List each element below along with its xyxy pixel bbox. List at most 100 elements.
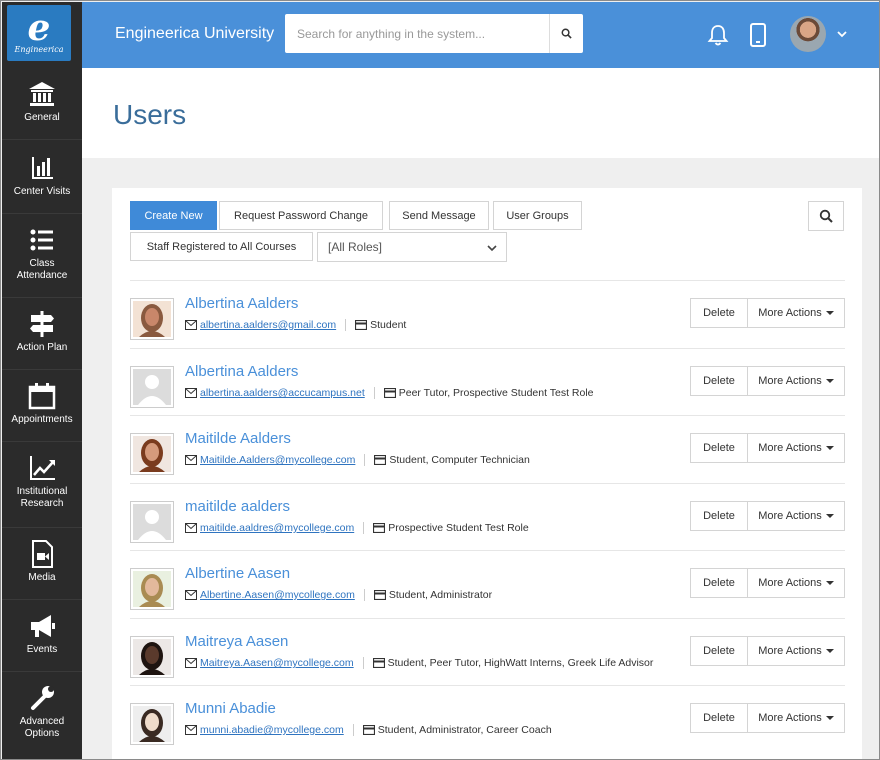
top-bar: Engineerica University (82, 2, 879, 68)
chevron-down-icon[interactable] (836, 28, 848, 40)
bell-icon[interactable] (706, 23, 730, 47)
avatar (133, 639, 171, 675)
id-card-icon (374, 455, 387, 465)
delete-button[interactable]: Delete (690, 636, 748, 666)
user-email-link[interactable]: albertina.aalders@gmail.com (200, 319, 336, 331)
list-icon (27, 226, 57, 254)
user-meta: albertina.aalders@accucampus.net Peer Tut… (185, 387, 594, 399)
sidebar-item-action-plan[interactable]: Action Plan (2, 310, 82, 370)
more-actions-button[interactable]: More Actions (747, 433, 845, 463)
user-email-link[interactable]: Maitreya.Aasen@mycollege.com (200, 657, 354, 669)
user-meta: Albertine.Aasen@mycollege.com Student, Ad… (185, 589, 492, 601)
page-header: Users (82, 68, 879, 158)
sidebar-item-advanced-options[interactable]: Advanced Options (2, 684, 82, 759)
video-file-icon (27, 540, 57, 568)
roles-select[interactable]: [All Roles] (317, 232, 507, 262)
envelope-icon (185, 658, 197, 668)
line-chart-icon (27, 454, 57, 482)
delete-button[interactable]: Delete (690, 703, 748, 733)
calendar-icon (27, 382, 57, 410)
more-actions-button[interactable]: More Actions (747, 703, 845, 733)
user-meta: maitilde.aaldres@mycollege.com Prospectiv… (185, 522, 529, 534)
sidebar-item-general[interactable]: General (2, 80, 82, 140)
table-row: Albertina Aalders albertina.aalders@accuc… (130, 348, 845, 416)
delete-button[interactable]: Delete (690, 298, 748, 328)
logo-glyph: e (27, 6, 51, 49)
create-new-button[interactable]: Create New (130, 201, 217, 230)
sidebar-item-appointments[interactable]: Appointments (2, 382, 82, 442)
user-name[interactable]: Munni Abadie (185, 700, 276, 717)
sidebar-item-media[interactable]: Media (2, 540, 82, 600)
user-email-link[interactable]: albertina.aalders@accucampus.net (200, 387, 365, 399)
user-roles: Prospective Student Test Role (388, 522, 529, 534)
more-actions-button[interactable]: More Actions (747, 636, 845, 666)
sidebar-item-label: General (24, 112, 60, 123)
user-name[interactable]: Maitreya Aasen (185, 633, 288, 650)
user-roles: Student, Administrator, Career Coach (377, 724, 552, 736)
sidebar-item-center-visits[interactable]: Center Visits (2, 154, 82, 214)
more-actions-button[interactable]: More Actions (747, 366, 845, 396)
logo-text: Engineerica (14, 44, 64, 54)
bar-chart-icon (27, 154, 57, 182)
user-groups-button[interactable]: User Groups (493, 201, 582, 230)
placeholder-avatar (133, 369, 171, 405)
caret-down-icon (825, 581, 834, 585)
envelope-icon (185, 523, 197, 533)
search-button[interactable] (549, 14, 583, 53)
id-card-icon (372, 658, 385, 668)
delete-button[interactable]: Delete (690, 568, 748, 598)
user-name[interactable]: maitilde aalders (185, 498, 290, 515)
app-title[interactable]: Engineerica University (115, 25, 274, 43)
delete-button[interactable]: Delete (690, 433, 748, 463)
user-name[interactable]: Maitilde Aalders (185, 430, 291, 447)
user-photo[interactable] (130, 703, 174, 745)
user-email-link[interactable]: Albertine.Aasen@mycollege.com (200, 589, 355, 601)
divider (363, 589, 365, 601)
id-card-icon (373, 590, 386, 600)
sidebar-item-institutional-research[interactable]: Institutional Research (2, 454, 82, 528)
envelope-icon (185, 388, 197, 398)
table-row: Munni Abadie munni.abadie@mycollege.com St… (130, 685, 845, 753)
user-name[interactable]: Albertina Aalders (185, 363, 298, 380)
divider (345, 319, 347, 331)
more-actions-label: More Actions (758, 307, 822, 319)
user-email-link[interactable]: munni.abadie@mycollege.com (200, 724, 344, 736)
delete-button[interactable]: Delete (690, 501, 748, 531)
user-photo[interactable] (130, 501, 174, 543)
list-search-button[interactable] (808, 201, 844, 231)
staff-registered-button[interactable]: Staff Registered to All Courses (130, 232, 313, 261)
envelope-icon (185, 320, 197, 330)
logo[interactable]: e Engineerica (7, 5, 71, 61)
user-photo[interactable] (130, 298, 174, 340)
more-actions-button[interactable]: More Actions (747, 501, 845, 531)
bank-icon (27, 80, 57, 108)
user-photo[interactable] (130, 568, 174, 610)
user-name[interactable]: Albertina Aalders (185, 295, 298, 312)
sidebar: e Engineerica General Center Visits Clas… (2, 2, 82, 759)
signpost-icon (27, 310, 57, 338)
user-roles: Student, Computer Technician (389, 454, 530, 466)
user-photo[interactable] (130, 366, 174, 408)
delete-button[interactable]: Delete (690, 366, 748, 396)
user-photo[interactable] (130, 433, 174, 475)
request-password-change-button[interactable]: Request Password Change (219, 201, 383, 230)
envelope-icon (185, 725, 197, 735)
mobile-icon[interactable] (749, 23, 767, 47)
user-name[interactable]: Albertine Aasen (185, 565, 290, 582)
user-email-link[interactable]: Maitilde.Aalders@mycollege.com (200, 454, 355, 466)
send-message-button[interactable]: Send Message (389, 201, 489, 230)
user-avatar[interactable] (790, 16, 826, 52)
user-photo[interactable] (130, 636, 174, 678)
more-actions-button[interactable]: More Actions (747, 568, 845, 598)
table-row: Albertine Aasen Albertine.Aasen@mycollege… (130, 550, 845, 618)
avatar (133, 301, 171, 337)
user-email-link[interactable]: maitilde.aaldres@mycollege.com (200, 522, 354, 534)
table-row: Albertina Aalders albertina.aalders@gmail… (130, 280, 845, 348)
megaphone-icon (27, 612, 57, 640)
id-card-icon (383, 388, 396, 398)
search-input[interactable] (285, 14, 549, 53)
more-actions-button[interactable]: More Actions (747, 298, 845, 328)
sidebar-item-events[interactable]: Events (2, 612, 82, 672)
sidebar-item-label: Institutional Research (16, 486, 68, 509)
sidebar-item-class-attendance[interactable]: Class Attendance (2, 226, 82, 298)
